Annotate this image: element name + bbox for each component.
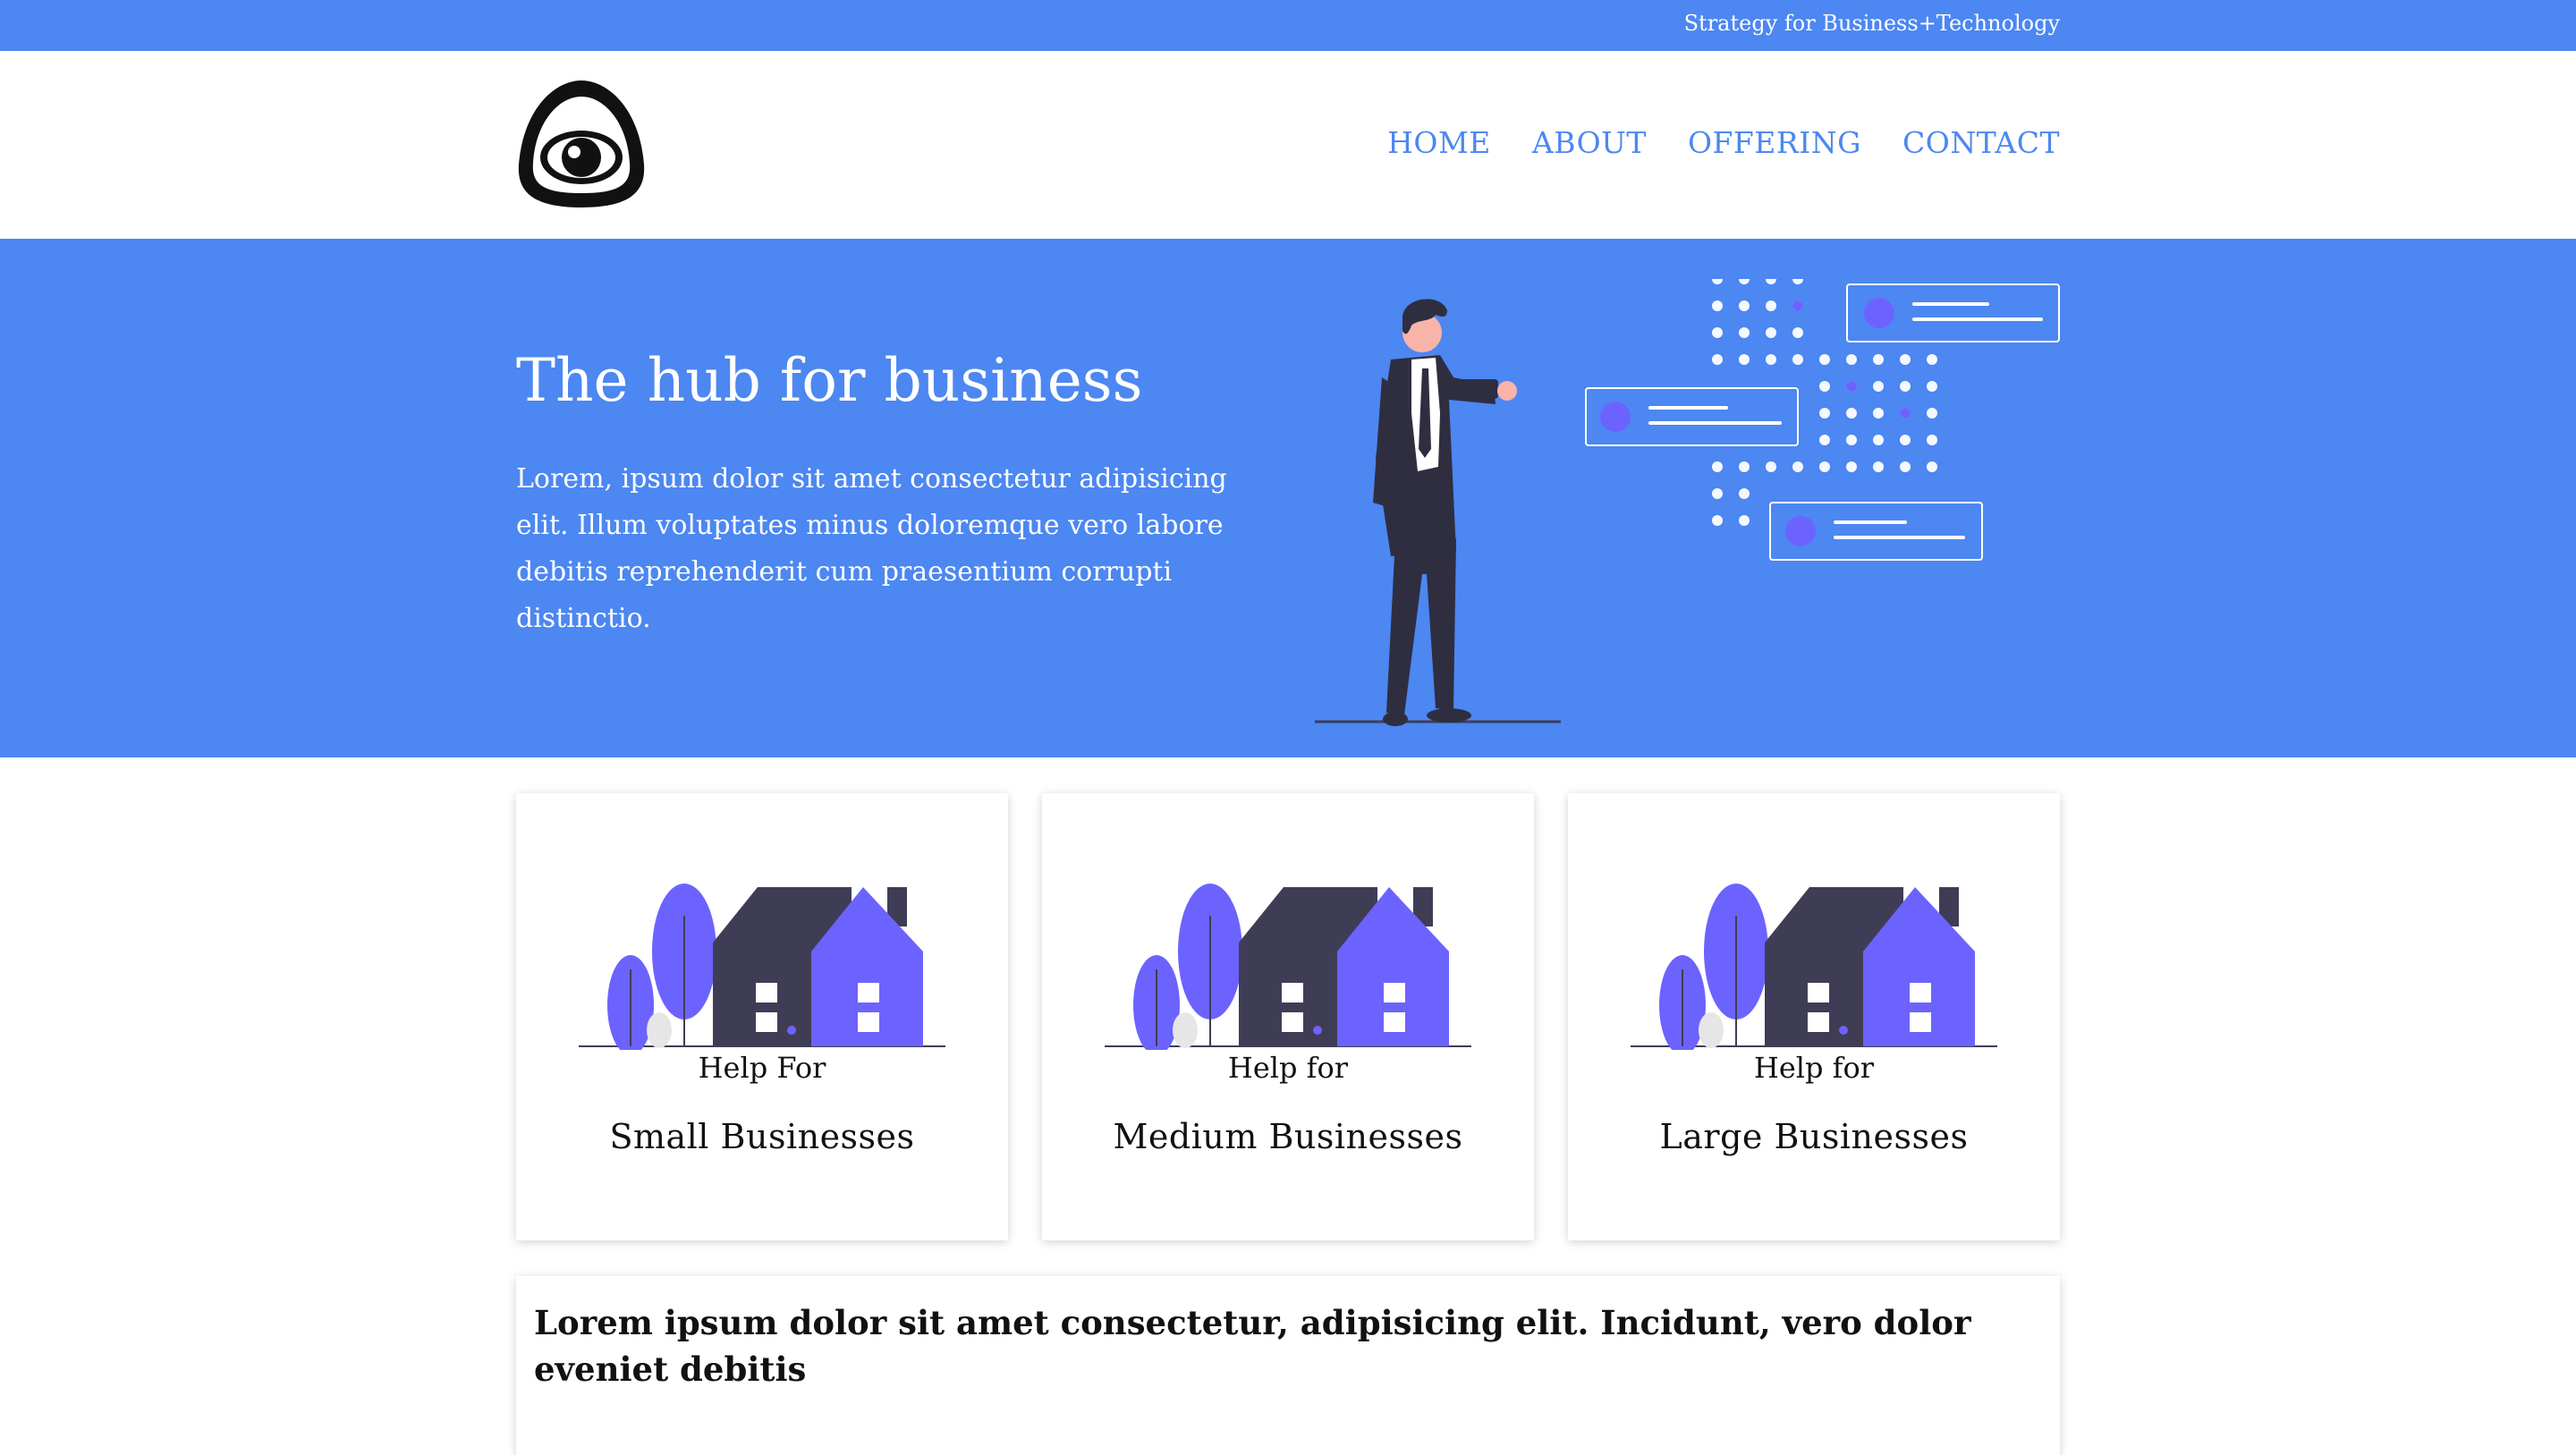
business-size-cards: Help For Small Businesses Help for Mediu… [516,793,2060,1240]
nav-about[interactable]: ABOUT [1532,125,1647,160]
nav-contact[interactable]: CONTACT [1902,125,2060,160]
intro-text: Lorem ipsum dolor sit amet consectetur, … [534,1303,1971,1389]
nav-offering[interactable]: OFFERING [1688,125,1861,160]
hero-body: Lorem, ipsum dolor sit amet consectetur … [516,463,1227,634]
card-small-businesses[interactable]: Help For Small Businesses [516,793,1008,1240]
card-title: Large Businesses [1659,1117,1969,1156]
card-subtitle: Help for [1753,1051,1875,1085]
site-header: HOME ABOUT OFFERING CONTACT [0,51,2576,239]
card-subtitle: Help for [1227,1051,1349,1085]
card-title: Small Businesses [609,1117,915,1156]
card-subtitle: Help For [698,1051,826,1085]
hero-title: The hub for business [516,346,1143,415]
intro-card: Lorem ipsum dolor sit amet consectetur, … [516,1276,2060,1455]
eye-triangle-logo-icon[interactable] [514,75,648,213]
house-trees-illustration [1631,884,1997,1050]
card-title: Medium Businesses [1113,1117,1463,1156]
businessman-presenting-illustration [1315,279,2060,726]
card-large-businesses[interactable]: Help for Large Businesses [1568,793,2060,1240]
house-trees-illustration [1105,884,1471,1050]
tagline: Strategy for Business+Technology [1683,11,2060,36]
main-nav: HOME ABOUT OFFERING CONTACT [1387,125,2060,160]
card-medium-businesses[interactable]: Help for Medium Businesses [1042,793,1534,1240]
top-bar: Strategy for Business+Technology [0,0,2576,51]
house-trees-illustration [579,884,945,1050]
hero-section: The hub for business Lorem, ipsum dolor … [0,239,2576,757]
nav-home[interactable]: HOME [1387,125,1491,160]
